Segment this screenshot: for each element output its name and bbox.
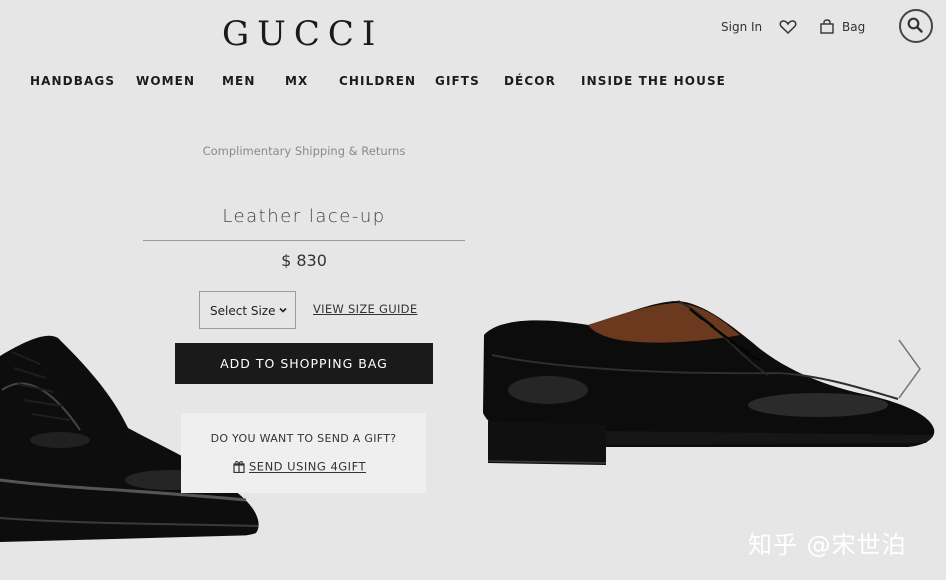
gift-panel: DO YOU WANT TO SEND A GIFT? SEND USING 4… [181, 413, 426, 493]
nav-item-handbags[interactable]: HANDBAGS [30, 74, 115, 88]
size-guide-link[interactable]: VIEW SIZE GUIDE [313, 302, 417, 316]
add-to-bag-button[interactable]: ADD TO SHOPPING BAG [175, 343, 433, 384]
nav-item-women[interactable]: WOMEN [136, 74, 195, 88]
nav-item-children[interactable]: CHILDREN [339, 74, 416, 88]
bag-link[interactable]: Bag [842, 20, 865, 34]
nav-item-mx[interactable]: MX [285, 74, 308, 88]
chevron-down-icon [279, 307, 287, 313]
shipping-note: Complimentary Shipping & Returns [202, 144, 406, 158]
nav-item-gifts[interactable]: GIFTS [435, 74, 480, 88]
nav-item-decor[interactable]: DÉCOR [504, 74, 556, 88]
chevron-right-icon[interactable] [896, 338, 922, 400]
search-button[interactable] [899, 9, 933, 43]
gift-icon [233, 460, 245, 473]
gucci-logo[interactable]: GUCCI [222, 14, 388, 54]
send-gift-link[interactable]: SEND USING 4GIFT [233, 456, 367, 474]
nav-item-inside-the-house[interactable]: INSIDE THE HOUSE [581, 74, 726, 88]
gift-question: DO YOU WANT TO SEND A GIFT? [210, 432, 397, 445]
product-image-shoe-side [483, 300, 935, 465]
search-icon [907, 17, 923, 33]
shopping-bag-icon[interactable] [820, 19, 834, 34]
title-divider [143, 240, 465, 241]
send-gift-label: SEND USING 4GIFT [249, 459, 367, 474]
main-navigation: HANDBAGS WOMEN MEN MX CHILDREN GIFTS DÉC… [0, 74, 946, 90]
product-title: Leather lace-up [222, 206, 386, 227]
product-price: $ 830 [281, 251, 327, 270]
watermark: 知乎 @宋世泊 [748, 531, 907, 559]
nav-item-men[interactable]: MEN [222, 74, 255, 88]
size-select[interactable]: Select Size [199, 291, 296, 329]
sign-in-link[interactable]: Sign In [721, 20, 762, 34]
size-select-value: Select Size [210, 304, 276, 318]
heart-icon[interactable] [779, 19, 797, 35]
